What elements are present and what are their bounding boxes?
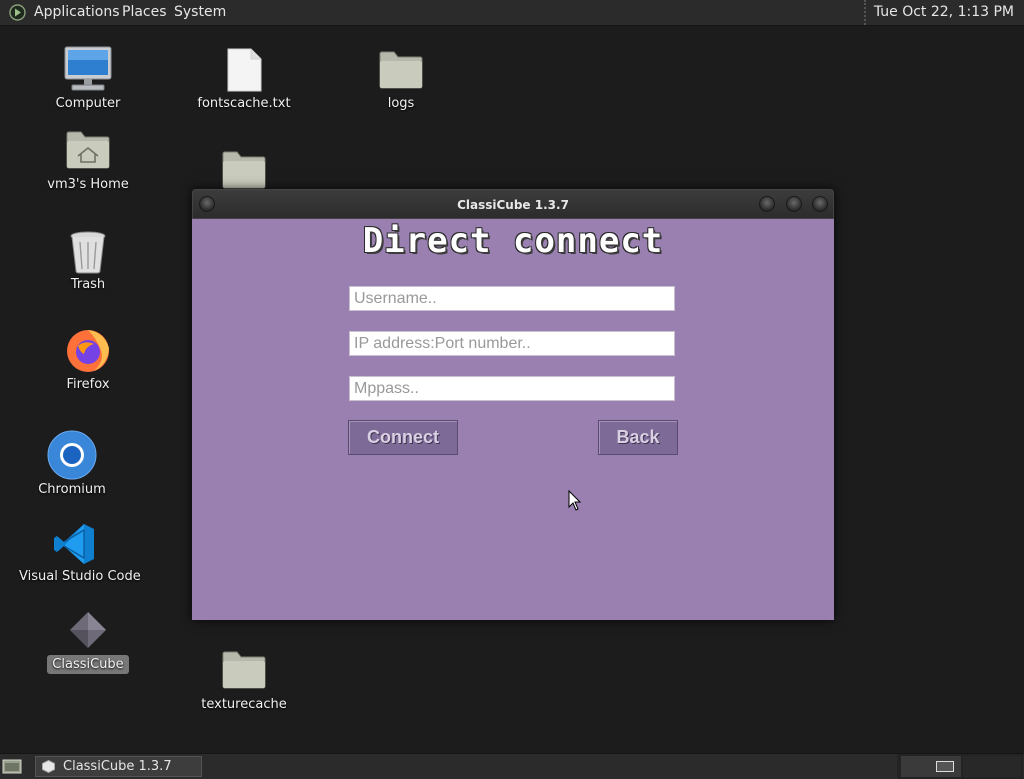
applications-menu-icon[interactable] bbox=[9, 4, 26, 21]
folder-icon bbox=[222, 651, 266, 689]
desktop-icon-label: Chromium bbox=[38, 482, 106, 497]
bottom-taskbar: ClassiCube 1.3.7 bbox=[0, 753, 1024, 779]
classicube-window: ClassiCube 1.3.7 Direct connect Connect … bbox=[192, 189, 834, 620]
firefox-icon bbox=[67, 330, 109, 372]
maximize-button[interactable] bbox=[786, 196, 802, 212]
desktop-icon-label: Visual Studio Code bbox=[19, 569, 141, 584]
desktop-icon-label: logs bbox=[387, 96, 415, 111]
show-desktop-icon[interactable] bbox=[2, 757, 22, 775]
clock[interactable]: Tue Oct 22, 1:13 PM bbox=[863, 0, 1024, 25]
desktop-icon-label: texturecache bbox=[201, 697, 287, 712]
back-button[interactable]: Back bbox=[598, 420, 678, 455]
folder-icon bbox=[222, 151, 266, 189]
username-input[interactable] bbox=[349, 286, 675, 311]
menu-system[interactable]: System bbox=[174, 0, 226, 25]
workspace-switcher[interactable] bbox=[897, 754, 1023, 779]
mouse-cursor-icon bbox=[568, 490, 582, 511]
desktop-icon-label: Firefox bbox=[66, 377, 110, 392]
desktop-icon-label: ClassiCube bbox=[33, 655, 143, 674]
ip-port-input[interactable] bbox=[349, 331, 675, 356]
page-title: Direct connect bbox=[362, 221, 664, 261]
desktop-icon-label: Trash bbox=[70, 277, 106, 292]
mppass-input[interactable] bbox=[349, 376, 675, 401]
top-panel: Applications Places System Tue Oct 22, 1… bbox=[0, 0, 1024, 26]
menu-places[interactable]: Places bbox=[122, 0, 167, 25]
trash-icon bbox=[70, 231, 106, 274]
workspace-1[interactable] bbox=[901, 756, 961, 777]
window-titlebar[interactable]: ClassiCube 1.3.7 bbox=[192, 189, 834, 219]
connect-button[interactable]: Connect bbox=[348, 420, 458, 455]
vscode-icon bbox=[54, 524, 94, 564]
window-thumbnail bbox=[936, 761, 954, 772]
chromium-icon bbox=[47, 430, 97, 480]
window-title: ClassiCube 1.3.7 bbox=[457, 198, 569, 212]
desktop-icon-label: vm3's Home bbox=[47, 177, 129, 192]
minimize-button[interactable] bbox=[759, 196, 775, 212]
menu-applications[interactable]: Applications bbox=[34, 0, 120, 25]
home-folder-icon bbox=[66, 131, 110, 169]
taskbar-item-label: ClassiCube 1.3.7 bbox=[63, 759, 172, 774]
desktop-icon-label: fontscache.txt bbox=[197, 96, 291, 111]
classicube-icon bbox=[42, 760, 55, 773]
folder-icon bbox=[379, 51, 423, 89]
window-content: Direct connect Connect Back bbox=[192, 219, 834, 620]
workspace-2[interactable] bbox=[963, 756, 1021, 777]
classicube-icon bbox=[70, 612, 106, 648]
text-file-icon bbox=[227, 48, 262, 92]
computer-icon bbox=[64, 46, 112, 91]
taskbar-item-classicube[interactable]: ClassiCube 1.3.7 bbox=[35, 756, 202, 777]
close-button[interactable] bbox=[812, 196, 828, 212]
desktop-icon-label: Computer bbox=[55, 96, 121, 111]
